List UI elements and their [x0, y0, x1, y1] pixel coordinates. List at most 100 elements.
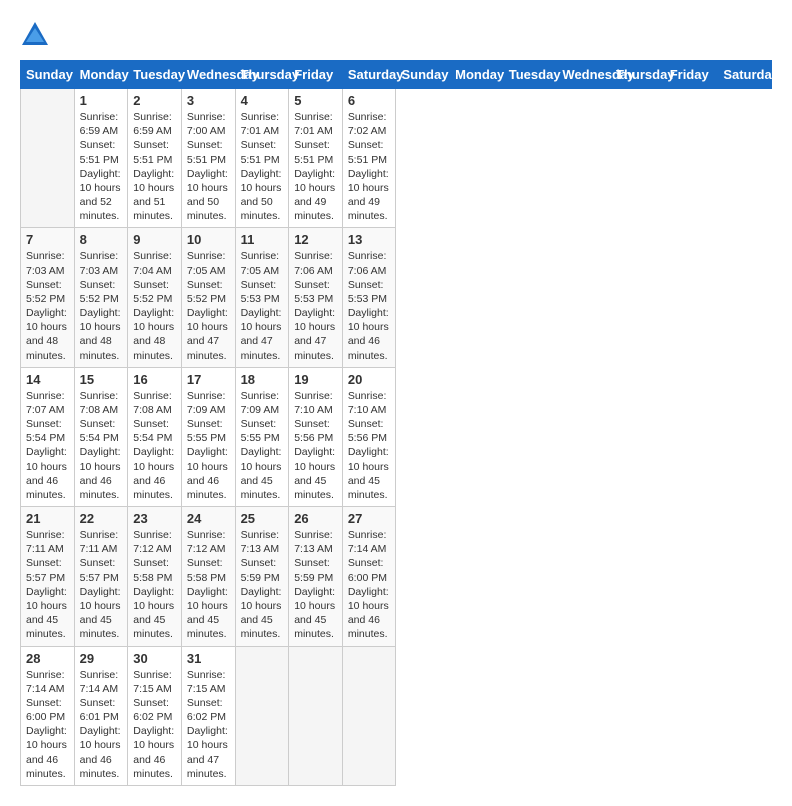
week-row-1: 1 Sunrise: 6:59 AM Sunset: 5:51 PM Daylig…: [21, 89, 772, 228]
cell-info: Sunrise: 7:00 AM Sunset: 5:51 PM Dayligh…: [187, 110, 230, 223]
day-header-wednesday: Wednesday: [557, 61, 611, 89]
day-header-monday: Monday: [74, 61, 128, 89]
page-header: [20, 20, 772, 50]
day-number: 1: [80, 93, 123, 108]
calendar-cell: 16 Sunrise: 7:08 AM Sunset: 5:54 PM Dayli…: [128, 367, 182, 506]
cell-info: Sunrise: 7:08 AM Sunset: 5:54 PM Dayligh…: [133, 389, 176, 502]
calendar-cell: 30Sunrise: 7:15 AM Sunset: 6:02 PM Dayli…: [128, 646, 182, 785]
calendar-cell: 25Sunrise: 7:13 AM Sunset: 5:59 PM Dayli…: [235, 507, 289, 646]
header-row: SundayMondayTuesdayWednesdayThursdayFrid…: [21, 61, 772, 89]
cell-info: Sunrise: 7:06 AM Sunset: 5:53 PM Dayligh…: [348, 249, 391, 362]
calendar-cell: 10 Sunrise: 7:05 AM Sunset: 5:52 PM Dayli…: [181, 228, 235, 367]
calendar-cell: 14 Sunrise: 7:07 AM Sunset: 5:54 PM Dayli…: [21, 367, 75, 506]
calendar-table: SundayMondayTuesdayWednesdayThursdayFrid…: [20, 60, 772, 786]
cell-info: Sunrise: 7:05 AM Sunset: 5:52 PM Dayligh…: [187, 249, 230, 362]
day-number: 22: [80, 511, 123, 526]
calendar-cell: 13Sunrise: 7:06 AM Sunset: 5:53 PM Dayli…: [342, 228, 396, 367]
day-number: 7: [26, 232, 69, 247]
cell-info: Sunrise: 7:14 AM Sunset: 6:00 PM Dayligh…: [348, 528, 391, 641]
cell-info: Sunrise: 7:12 AM Sunset: 5:58 PM Dayligh…: [187, 528, 230, 641]
week-row-5: 28 Sunrise: 7:14 AM Sunset: 6:00 PM Dayli…: [21, 646, 772, 785]
day-header-sunday: Sunday: [21, 61, 75, 89]
calendar-cell: 22 Sunrise: 7:11 AM Sunset: 5:57 PM Dayli…: [74, 507, 128, 646]
day-number: 20: [348, 372, 391, 387]
day-number: 23: [133, 511, 176, 526]
calendar-cell: 29Sunrise: 7:14 AM Sunset: 6:01 PM Dayli…: [74, 646, 128, 785]
calendar-cell: 24 Sunrise: 7:12 AM Sunset: 5:58 PM Dayli…: [181, 507, 235, 646]
day-number: 14: [26, 372, 69, 387]
cell-info: Sunrise: 7:09 AM Sunset: 5:55 PM Dayligh…: [241, 389, 284, 502]
day-header-saturday: Saturday: [342, 61, 396, 89]
day-number: 21: [26, 511, 69, 526]
cell-info: Sunrise: 7:11 AM Sunset: 5:57 PM Dayligh…: [80, 528, 123, 641]
cell-info: Sunrise: 7:05 AM Sunset: 5:53 PM Dayligh…: [241, 249, 284, 362]
day-header-monday: Monday: [450, 61, 504, 89]
day-number: 2: [133, 93, 176, 108]
day-number: 10: [187, 232, 230, 247]
day-number: 5: [294, 93, 337, 108]
calendar-cell: 28 Sunrise: 7:14 AM Sunset: 6:00 PM Dayli…: [21, 646, 75, 785]
day-number: 18: [241, 372, 284, 387]
cell-info: Sunrise: 7:06 AM Sunset: 5:53 PM Dayligh…: [294, 249, 337, 362]
cell-info: Sunrise: 7:14 AM Sunset: 6:00 PM Dayligh…: [26, 668, 69, 781]
day-number: 24: [187, 511, 230, 526]
calendar-cell: 18 Sunrise: 7:09 AM Sunset: 5:55 PM Dayli…: [235, 367, 289, 506]
day-number: 8: [80, 232, 123, 247]
day-number: 31: [187, 651, 230, 666]
cell-info: Sunrise: 7:14 AM Sunset: 6:01 PM Dayligh…: [80, 668, 123, 781]
day-number: 3: [187, 93, 230, 108]
day-header-thursday: Thursday: [611, 61, 665, 89]
day-number: 15: [80, 372, 123, 387]
calendar-cell: 7 Sunrise: 7:03 AM Sunset: 5:52 PM Daylig…: [21, 228, 75, 367]
calendar-cell: 1 Sunrise: 6:59 AM Sunset: 5:51 PM Daylig…: [74, 89, 128, 228]
week-row-2: 7 Sunrise: 7:03 AM Sunset: 5:52 PM Daylig…: [21, 228, 772, 367]
calendar-cell: 6Sunrise: 7:02 AM Sunset: 5:51 PM Daylig…: [342, 89, 396, 228]
cell-info: Sunrise: 7:13 AM Sunset: 5:59 PM Dayligh…: [241, 528, 284, 641]
calendar-cell: 21 Sunrise: 7:11 AM Sunset: 5:57 PM Dayli…: [21, 507, 75, 646]
day-number: 12: [294, 232, 337, 247]
calendar-cell: [21, 89, 75, 228]
day-number: 19: [294, 372, 337, 387]
calendar-cell: 11Sunrise: 7:05 AM Sunset: 5:53 PM Dayli…: [235, 228, 289, 367]
cell-info: Sunrise: 7:13 AM Sunset: 5:59 PM Dayligh…: [294, 528, 337, 641]
calendar-cell: 4Sunrise: 7:01 AM Sunset: 5:51 PM Daylig…: [235, 89, 289, 228]
day-header-friday: Friday: [289, 61, 343, 89]
cell-info: Sunrise: 7:03 AM Sunset: 5:52 PM Dayligh…: [26, 249, 69, 362]
cell-info: Sunrise: 7:15 AM Sunset: 6:02 PM Dayligh…: [133, 668, 176, 781]
cell-info: Sunrise: 7:12 AM Sunset: 5:58 PM Dayligh…: [133, 528, 176, 641]
calendar-cell: 12 Sunrise: 7:06 AM Sunset: 5:53 PM Dayli…: [289, 228, 343, 367]
calendar-cell: 20 Sunrise: 7:10 AM Sunset: 5:56 PM Dayli…: [342, 367, 396, 506]
cell-info: Sunrise: 7:15 AM Sunset: 6:02 PM Dayligh…: [187, 668, 230, 781]
logo-icon: [20, 20, 50, 50]
logo: [20, 20, 54, 50]
week-row-3: 14 Sunrise: 7:07 AM Sunset: 5:54 PM Dayli…: [21, 367, 772, 506]
day-header-tuesday: Tuesday: [503, 61, 557, 89]
day-number: 16: [133, 372, 176, 387]
day-number: 6: [348, 93, 391, 108]
cell-info: Sunrise: 7:10 AM Sunset: 5:56 PM Dayligh…: [294, 389, 337, 502]
cell-info: Sunrise: 7:01 AM Sunset: 5:51 PM Dayligh…: [241, 110, 284, 223]
calendar-cell: 19 Sunrise: 7:10 AM Sunset: 5:56 PM Dayli…: [289, 367, 343, 506]
calendar-cell: 17Sunrise: 7:09 AM Sunset: 5:55 PM Dayli…: [181, 367, 235, 506]
day-number: 9: [133, 232, 176, 247]
calendar-cell: [342, 646, 396, 785]
calendar-cell: 27Sunrise: 7:14 AM Sunset: 6:00 PM Dayli…: [342, 507, 396, 646]
calendar-cell: 31 Sunrise: 7:15 AM Sunset: 6:02 PM Dayli…: [181, 646, 235, 785]
cell-info: Sunrise: 7:10 AM Sunset: 5:56 PM Dayligh…: [348, 389, 391, 502]
calendar-cell: [235, 646, 289, 785]
calendar-cell: [289, 646, 343, 785]
calendar-cell: 8Sunrise: 7:03 AM Sunset: 5:52 PM Daylig…: [74, 228, 128, 367]
day-header-saturday: Saturday: [718, 61, 772, 89]
cell-info: Sunrise: 7:11 AM Sunset: 5:57 PM Dayligh…: [26, 528, 69, 641]
day-header-friday: Friday: [664, 61, 718, 89]
cell-info: Sunrise: 7:01 AM Sunset: 5:51 PM Dayligh…: [294, 110, 337, 223]
cell-info: Sunrise: 6:59 AM Sunset: 5:51 PM Dayligh…: [80, 110, 123, 223]
day-header-wednesday: Wednesday: [181, 61, 235, 89]
day-number: 28: [26, 651, 69, 666]
cell-info: Sunrise: 7:04 AM Sunset: 5:52 PM Dayligh…: [133, 249, 176, 362]
cell-info: Sunrise: 7:07 AM Sunset: 5:54 PM Dayligh…: [26, 389, 69, 502]
calendar-cell: 2 Sunrise: 6:59 AM Sunset: 5:51 PM Daylig…: [128, 89, 182, 228]
cell-info: Sunrise: 6:59 AM Sunset: 5:51 PM Dayligh…: [133, 110, 176, 223]
calendar-cell: 15Sunrise: 7:08 AM Sunset: 5:54 PM Dayli…: [74, 367, 128, 506]
calendar-cell: 3 Sunrise: 7:00 AM Sunset: 5:51 PM Daylig…: [181, 89, 235, 228]
